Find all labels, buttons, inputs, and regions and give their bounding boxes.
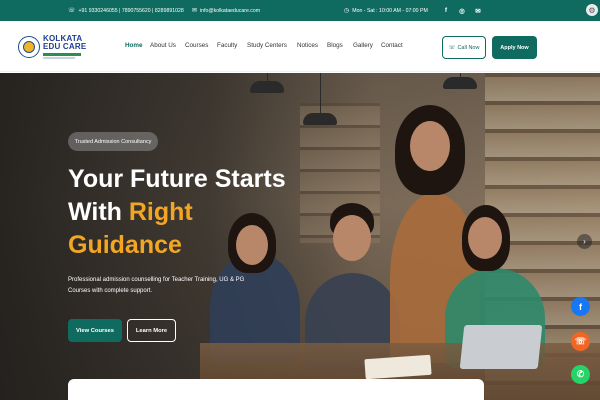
phone-icon: ☏ [574,336,587,346]
gear-icon[interactable]: ⚙ [586,4,598,16]
hero-title-highlight-2: Guidance [68,231,182,259]
hero-title-highlight-1: Right [128,198,193,226]
learn-more-button[interactable]: Learn More [127,319,176,342]
clock-icon: ◷ [344,7,350,14]
apply-now-button[interactable]: Apply Now [492,36,537,59]
nav-item-study-centers[interactable]: Study Centers [247,42,287,49]
ceiling-lamp-image [250,81,284,93]
nav-item-contact[interactable]: Contact [381,42,403,49]
phone-info[interactable]: ☏ +91 9330246055 | 7890755620 | 82898910… [68,0,184,21]
whatsapp-float-button[interactable]: ✆ [571,365,590,384]
nav-item-blogs[interactable]: Blogs [327,42,343,49]
top-bar: ☏ +91 9330246055 | 7890755620 | 82898910… [0,0,600,21]
nav-item-faculty[interactable]: Faculty [217,42,237,49]
facebook-icon[interactable]: f [440,0,452,21]
info-card [68,379,484,400]
chevron-right-icon[interactable]: › [577,234,592,249]
hours-info: ◷ Mon - Sat : 10:00 AM - 07:00 PM [344,0,428,21]
hero-title: Your Future Starts With Right Guidance [68,163,308,262]
hero-section: Trusted Admission Consultancy Your Futur… [0,73,600,400]
mail-icon[interactable]: ✉ [472,0,484,21]
email-address: info@kolkataeducare.com [200,7,261,14]
facebook-float-button[interactable]: f [571,297,590,316]
email-info[interactable]: ✉ info@kolkataeducare.com [192,0,260,21]
nav-item-notices[interactable]: Notices [297,42,318,49]
phone-numbers: +91 9330246055 | 7890755620 | 8289891028 [78,7,184,14]
ceiling-lamp-image [443,77,477,89]
call-now-button[interactable]: ☏ Call Now [442,36,486,59]
hero-description: Professional admission counselling for T… [68,277,245,294]
phone-icon: ☏ [68,7,76,14]
mail-icon: ✉ [192,7,198,14]
facebook-icon: f [579,301,582,312]
nav-item-courses[interactable]: Courses [185,42,208,49]
whatsapp-icon: ✆ [576,369,585,379]
ceiling-lamp-image [303,113,337,125]
nav-item-about-us[interactable]: About Us [150,42,176,49]
logo-emblem [18,36,40,58]
nav-item-gallery[interactable]: Gallery [353,42,373,49]
office-hours: Mon - Sat : 10:00 AM - 07:00 PM [352,7,428,14]
call-now-label: Call Now [457,44,480,51]
view-courses-button[interactable]: View Courses [68,319,122,342]
logo-tagline-bar [43,57,75,59]
nav-item-home[interactable]: Home [125,42,143,49]
site-header: KOLKATA EDU CARE Home About Us Courses F… [0,21,600,72]
instagram-icon[interactable]: ◎ [456,0,468,21]
logo-ribbon [43,53,81,56]
laptop-image [459,325,543,369]
hero-title-line-1: Your Future Starts [68,165,286,193]
phone-float-button[interactable]: ☏ [571,332,590,351]
site-logo[interactable]: KOLKATA EDU CARE [18,30,90,64]
phone-icon: ☏ [448,44,456,51]
trust-badge: Trusted Admission Consultancy [68,132,158,151]
logo-line-2: EDU CARE [43,42,87,51]
hero-title-line-2: With [68,198,129,226]
